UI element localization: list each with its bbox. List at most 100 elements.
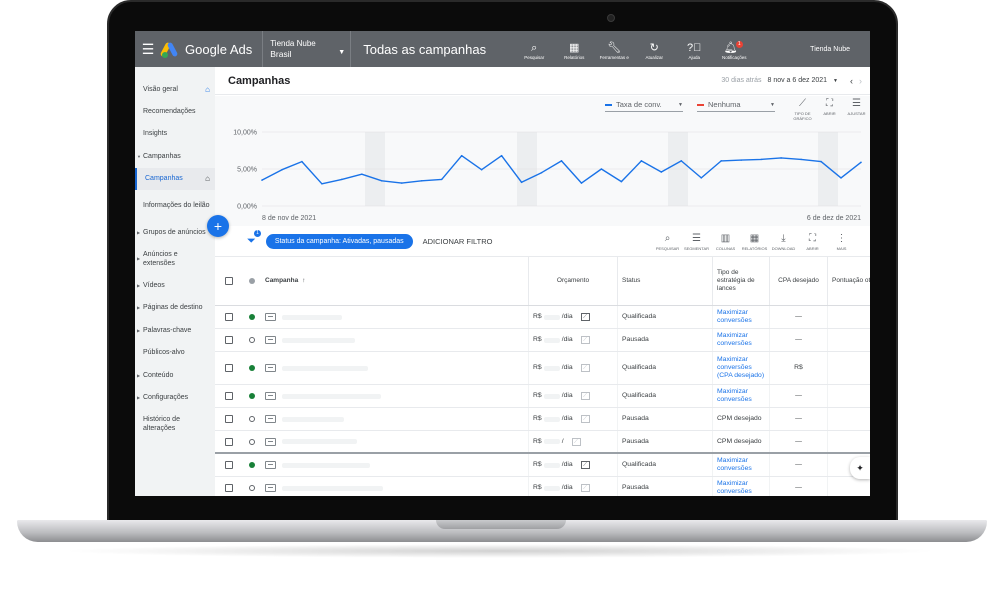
status-dot[interactable] — [249, 485, 255, 491]
budget-cell[interactable]: R$ /dia ⟋ — [529, 408, 618, 430]
header-score[interactable]: Pontuação otimização — [828, 257, 870, 305]
tool-help[interactable]: ?⃝ Ajuda — [674, 39, 714, 60]
sidebar-item-overview[interactable]: Visão geral ⌂ — [135, 78, 215, 100]
chevron-right-icon[interactable]: › — [859, 76, 862, 86]
metric1-selector[interactable]: Taxa de conv. ▼ — [605, 100, 683, 112]
bid-strategy-cell[interactable]: Maximizar conversões — [713, 454, 770, 476]
header-cpa[interactable]: CPA desejado — [770, 257, 828, 305]
tool-reports[interactable]: ▦ Relatórios — [554, 39, 594, 60]
filter-icon[interactable]: ⏷ 1 — [247, 230, 261, 248]
budget-cell[interactable]: R$ /dia ⟋ — [529, 385, 618, 407]
download-button[interactable]: ⤓ DOWNLOAD — [769, 233, 798, 251]
tool-search[interactable]: ⌕ Pesquisar — [514, 39, 554, 60]
sidebar-item-insights[interactable]: Insights — [135, 123, 215, 145]
row-checkbox[interactable] — [225, 461, 233, 469]
budget-chart-icon[interactable]: ⟋ — [580, 484, 590, 492]
sidebar-item-content[interactable]: ▶ Conteúdo — [135, 364, 215, 386]
budget-chart-icon[interactable]: ⟋ — [580, 461, 590, 469]
campaign-cell[interactable] — [261, 454, 529, 476]
tool-settings[interactable]: 🔧︎Ferramentas e configurações — [594, 39, 634, 60]
status-filter-chip[interactable]: Status da campanha: Ativadas, pausadas — [265, 234, 413, 249]
bid-strategy-cell[interactable]: Maximizar conversões (CPA desejado) — [713, 352, 770, 384]
table-row[interactable]: R$ /dia ⟋ Qualificada Maximizar conversões — — [215, 306, 870, 329]
campaign-cell[interactable] — [261, 329, 529, 351]
header-campaign[interactable]: Campanha ↑ — [261, 257, 529, 305]
campaign-cell[interactable] — [261, 408, 529, 430]
table-row[interactable]: R$ /dia ⟋ Pausada Maximizar conversões — — [215, 329, 870, 352]
campaign-cell[interactable] — [261, 385, 529, 407]
tool-refresh[interactable]: ↻ Atualizar — [634, 39, 674, 60]
bid-strategy-text[interactable]: Maximizar conversões — [717, 332, 765, 348]
bid-strategy-text[interactable]: Maximizar conversões — [717, 480, 765, 496]
chart-type-button[interactable]: ⟋ TIPO DE GRÁFICO — [789, 98, 816, 121]
bid-strategy-cell[interactable]: Maximizar conversões — [713, 306, 770, 328]
budget-cell[interactable]: R$ /dia ⟋ — [529, 352, 618, 384]
reports-button[interactable]: ▦ RELATÓRIOS — [740, 233, 769, 251]
sidebar-item-keywords[interactable]: ▶ Palavras-chave — [135, 319, 215, 341]
sidebar-item-ad-groups[interactable]: ▶ Grupos de anúncios — [135, 221, 215, 243]
bid-strategy-text[interactable]: Maximizar conversões — [717, 388, 765, 404]
select-all-checkbox[interactable] — [225, 277, 233, 285]
status-dot[interactable] — [249, 462, 255, 468]
expand-button[interactable]: ⛶ ABRIR — [816, 98, 843, 121]
header-bid-strategy[interactable]: Tipo de estratégia de lances — [713, 257, 770, 305]
campaign-cell[interactable] — [261, 306, 529, 328]
budget-chart-icon[interactable]: ⟋ — [580, 392, 590, 400]
table-row[interactable]: R$ /dia ⟋ Qualificada Maximizar conversões — — [215, 385, 870, 408]
sidebar-item-videos[interactable]: ▶ Vídeos — [135, 274, 215, 296]
row-checkbox[interactable] — [225, 336, 233, 344]
tool-notifications[interactable]: 🔔︎1 Notificações — [714, 39, 754, 60]
sidebar-item-landing-pages[interactable]: ▶ Páginas de destino — [135, 297, 215, 319]
budget-cell[interactable]: R$ /dia ⟋ — [529, 454, 618, 476]
add-campaign-button[interactable]: + — [207, 215, 229, 237]
budget-chart-icon[interactable]: ⟋ — [571, 437, 581, 446]
more-button[interactable]: ⋮ MAIS — [827, 233, 856, 251]
sidebar-item-campaigns[interactable]: Campanhas ⌂ — [135, 167, 215, 190]
sidebar-item-audiences[interactable]: Públicos-alvo — [135, 342, 215, 364]
bid-strategy-text[interactable]: Maximizar conversões — [717, 309, 765, 325]
insights-side-button[interactable]: ✦ — [850, 457, 870, 479]
row-checkbox[interactable] — [225, 415, 233, 423]
sidebar-item-settings[interactable]: ▶ Configurações — [135, 386, 215, 408]
budget-chart-icon[interactable]: ⟋ — [580, 313, 590, 321]
status-dot[interactable] — [249, 314, 255, 320]
budget-cell[interactable]: R$ /dia ⟋ — [529, 306, 618, 328]
row-checkbox[interactable] — [225, 364, 233, 372]
sidebar-item-recommendations[interactable]: Recomendações — [135, 100, 215, 122]
columns-button[interactable]: ▥ COLUNAS — [711, 233, 740, 251]
status-dot[interactable] — [249, 365, 255, 371]
row-checkbox[interactable] — [225, 313, 233, 321]
bid-strategy-text[interactable]: Maximizar conversões — [717, 457, 765, 473]
adjust-button[interactable]: ☰ AJUSTAR — [843, 98, 870, 121]
status-dot[interactable] — [249, 393, 255, 399]
hamburger-menu-icon[interactable]: ☰ — [135, 41, 161, 58]
user-account[interactable]: Tienda Nube — [810, 46, 850, 53]
bid-strategy-cell[interactable]: Maximizar conversões — [713, 385, 770, 407]
table-row[interactable]: R$ /dia ⟋ Pausada Maximizar conversões — — [215, 477, 870, 496]
table-row[interactable]: R$ / ⟋ Pausada CPM desejado — — [215, 431, 870, 454]
row-checkbox[interactable] — [225, 392, 233, 400]
status-dot[interactable] — [249, 416, 255, 422]
row-checkbox[interactable] — [225, 484, 233, 492]
campaign-cell[interactable] — [261, 431, 529, 452]
status-dot[interactable] — [249, 438, 255, 445]
sidebar-item-auction-insights[interactable]: Informações do leilão — [135, 190, 215, 221]
header-budget[interactable]: Orçamento — [529, 257, 618, 305]
budget-chart-icon[interactable]: ⟋ — [580, 415, 590, 423]
segment-button[interactable]: ☰ SEGMENTAR — [682, 233, 711, 251]
account-selector[interactable]: Tienda Nube Brasil ▼ — [262, 31, 350, 67]
sidebar-item-ads-extensions[interactable]: ▶ Anúncios e extensões — [135, 243, 215, 274]
sidebar-item-change-history[interactable]: Histórico de alterações — [135, 409, 215, 440]
add-filter-button[interactable]: ADICIONAR FILTRO — [423, 237, 493, 246]
budget-chart-icon[interactable]: ⟋ — [580, 364, 590, 372]
row-checkbox[interactable] — [225, 437, 233, 446]
budget-chart-icon[interactable]: ⟋ — [580, 336, 590, 344]
budget-cell[interactable]: R$ / ⟋ — [529, 431, 618, 452]
campaign-cell[interactable] — [261, 352, 529, 384]
metric2-selector[interactable]: Nenhuma ▼ — [697, 100, 775, 112]
bid-strategy-cell[interactable]: Maximizar conversões — [713, 477, 770, 496]
table-row[interactable]: R$ /dia ⟋ Qualificada Maximizar conversões (… — [215, 352, 870, 385]
table-row[interactable]: R$ /dia ⟋ Qualificada Maximizar conversões — — [215, 454, 870, 477]
chevron-left-icon[interactable]: ‹ — [850, 76, 853, 86]
budget-cell[interactable]: R$ /dia ⟋ — [529, 329, 618, 351]
